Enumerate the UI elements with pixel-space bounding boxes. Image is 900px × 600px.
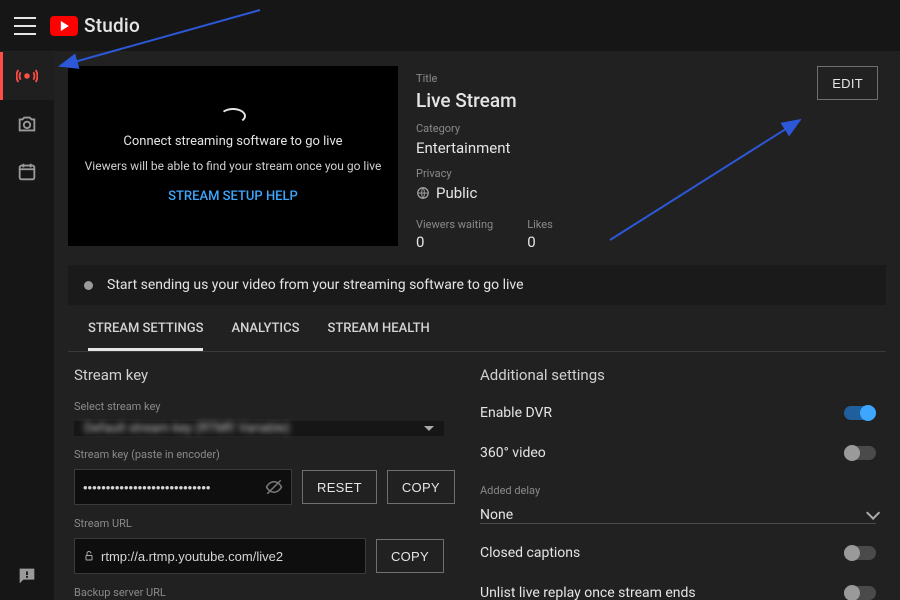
- privacy-label: Privacy: [416, 167, 797, 180]
- brand-text: Studio: [84, 14, 140, 37]
- delay-value: None: [480, 507, 513, 523]
- select-key-label: Select stream key: [74, 400, 444, 413]
- stream-preview: Connect streaming software to go live Vi…: [68, 66, 398, 246]
- visibility-off-icon[interactable]: [265, 478, 283, 496]
- stream-key-select[interactable]: Default stream key (RTMP, Variable): [74, 421, 444, 436]
- sidebar-item-camera[interactable]: [0, 100, 54, 148]
- dvr-toggle[interactable]: [844, 406, 876, 420]
- youtube-icon: [50, 16, 78, 36]
- copy-key-button[interactable]: COPY: [387, 470, 455, 504]
- captions-toggle[interactable]: [844, 546, 876, 560]
- tab-analytics[interactable]: ANALYTICS: [231, 321, 299, 351]
- brand-logo[interactable]: Studio: [50, 14, 140, 37]
- sidebar-item-feedback[interactable]: [0, 552, 54, 600]
- title-value: Live Stream: [416, 89, 797, 112]
- backup-url-label: Backup server URL: [74, 586, 444, 599]
- preview-line2: Viewers will be able to find your stream…: [85, 159, 382, 173]
- category-label: Category: [416, 122, 797, 135]
- tab-stream-health[interactable]: STREAM HEALTH: [327, 321, 429, 351]
- globe-icon: [416, 186, 430, 200]
- status-dot-icon: [84, 281, 93, 290]
- broadcast-icon: [16, 65, 38, 87]
- sidebar-item-manage[interactable]: [0, 148, 54, 196]
- feedback-icon: [16, 565, 38, 587]
- status-banner: Start sending us your video from your st…: [68, 265, 886, 305]
- stream-setup-help-link[interactable]: STREAM SETUP HELP: [168, 189, 298, 204]
- copy-url-button[interactable]: COPY: [376, 539, 444, 573]
- preview-line1: Connect streaming software to go live: [123, 134, 342, 149]
- camera-icon: [16, 113, 38, 135]
- likes-value: 0: [527, 233, 553, 251]
- url-field-label: Stream URL: [74, 517, 444, 530]
- dvr-label: Enable DVR: [480, 405, 552, 421]
- chevron-down-icon: [866, 506, 880, 520]
- 360-label: 360° video: [480, 445, 546, 461]
- stream-key-input[interactable]: [83, 480, 259, 495]
- additional-settings-title: Additional settings: [480, 366, 876, 384]
- likes-label: Likes: [527, 218, 553, 231]
- stream-key-select-value: Default stream key (RTMP, Variable): [84, 421, 290, 436]
- delay-dropdown[interactable]: None: [480, 507, 876, 524]
- unlist-toggle[interactable]: [844, 586, 876, 600]
- banner-text: Start sending us your video from your st…: [107, 277, 524, 293]
- delay-label: Added delay: [480, 484, 876, 497]
- lock-open-icon: [83, 550, 95, 562]
- calendar-icon: [16, 161, 38, 183]
- stream-key-section-title: Stream key: [74, 366, 444, 384]
- title-label: Title: [416, 72, 797, 85]
- sidebar-item-stream[interactable]: [0, 52, 54, 100]
- tab-stream-settings[interactable]: STREAM SETTINGS: [88, 321, 203, 351]
- captions-label: Closed captions: [480, 545, 580, 561]
- unlist-label: Unlist live replay once stream ends: [480, 585, 696, 600]
- category-value: Entertainment: [416, 139, 797, 157]
- privacy-value: Public: [436, 184, 477, 202]
- caret-down-icon: [424, 426, 434, 431]
- reset-button[interactable]: RESET: [302, 470, 377, 504]
- 360-toggle[interactable]: [844, 446, 876, 460]
- edit-button[interactable]: EDIT: [817, 66, 878, 100]
- viewers-value: 0: [416, 233, 493, 251]
- menu-icon[interactable]: [14, 17, 36, 35]
- viewers-label: Viewers waiting: [416, 218, 493, 231]
- stream-url-input[interactable]: [101, 549, 357, 564]
- loading-spinner-icon: [220, 108, 246, 124]
- key-field-label: Stream key (paste in encoder): [74, 448, 444, 461]
